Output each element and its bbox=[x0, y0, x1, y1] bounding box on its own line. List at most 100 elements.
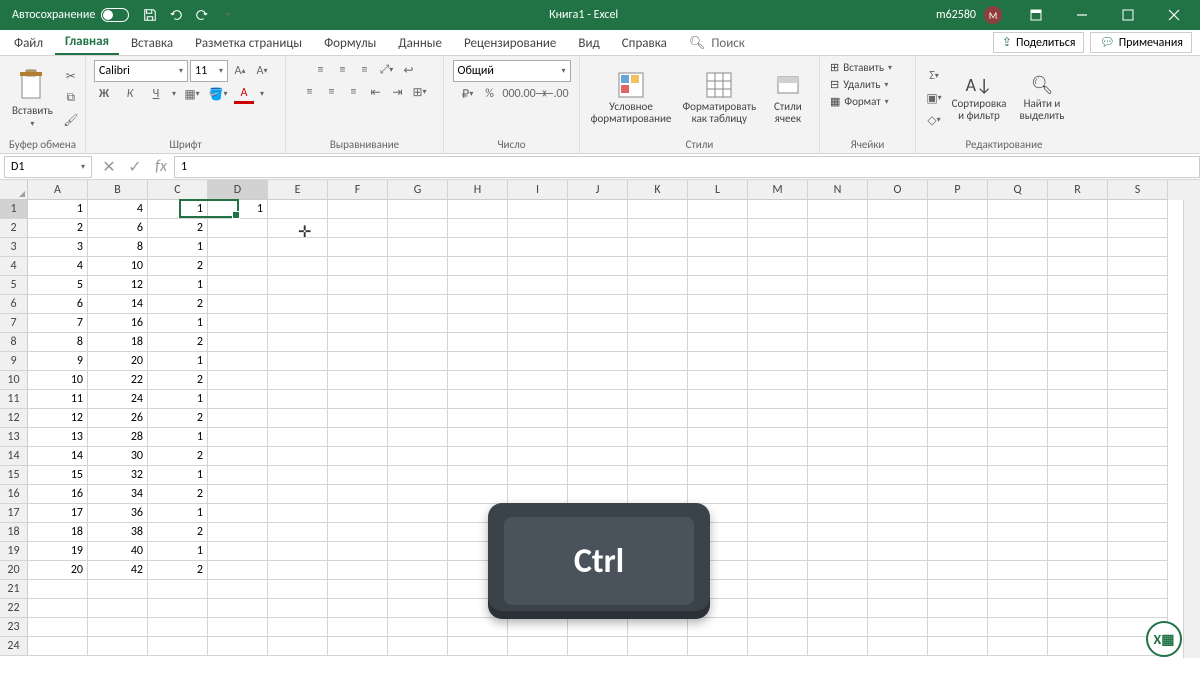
cell[interactable] bbox=[868, 390, 928, 409]
cell[interactable] bbox=[388, 200, 448, 219]
cell[interactable] bbox=[508, 352, 568, 371]
cell[interactable] bbox=[688, 295, 748, 314]
cell[interactable] bbox=[988, 371, 1048, 390]
cell[interactable] bbox=[88, 637, 148, 656]
cell[interactable]: 5 bbox=[28, 276, 88, 295]
cell[interactable] bbox=[508, 485, 568, 504]
cell[interactable] bbox=[268, 637, 328, 656]
row-header-19[interactable]: 19 bbox=[0, 542, 28, 561]
cell[interactable]: 1 bbox=[148, 276, 208, 295]
cell[interactable] bbox=[808, 371, 868, 390]
col-header-E[interactable]: E bbox=[268, 180, 328, 200]
cell[interactable] bbox=[988, 637, 1048, 656]
cell[interactable] bbox=[268, 561, 328, 580]
cell[interactable] bbox=[208, 618, 268, 637]
cell[interactable] bbox=[1048, 390, 1108, 409]
grow-font-button[interactable]: A▴ bbox=[230, 61, 250, 81]
cell[interactable] bbox=[1048, 618, 1108, 637]
row-header-5[interactable]: 5 bbox=[0, 276, 28, 295]
underline-button[interactable]: Ч bbox=[146, 84, 166, 104]
cell[interactable] bbox=[568, 295, 628, 314]
qat-customize[interactable]: ▾ bbox=[215, 2, 241, 28]
tab-help[interactable]: Справка bbox=[612, 32, 677, 55]
cell[interactable]: 2 bbox=[148, 257, 208, 276]
cell[interactable] bbox=[148, 599, 208, 618]
cell[interactable] bbox=[1108, 542, 1168, 561]
cell[interactable] bbox=[868, 200, 928, 219]
cell[interactable] bbox=[808, 390, 868, 409]
cell[interactable] bbox=[388, 352, 448, 371]
cell[interactable] bbox=[508, 618, 568, 637]
cell[interactable] bbox=[748, 295, 808, 314]
cell[interactable] bbox=[328, 466, 388, 485]
cell[interactable] bbox=[208, 561, 268, 580]
cell[interactable]: 2 bbox=[148, 561, 208, 580]
col-header-K[interactable]: K bbox=[628, 180, 688, 200]
cell[interactable] bbox=[988, 295, 1048, 314]
indent-dec[interactable]: ⇤ bbox=[366, 82, 386, 102]
cell[interactable] bbox=[568, 333, 628, 352]
cell[interactable] bbox=[508, 295, 568, 314]
cell[interactable] bbox=[1048, 523, 1108, 542]
cell[interactable] bbox=[688, 447, 748, 466]
cell[interactable] bbox=[448, 390, 508, 409]
cell[interactable] bbox=[328, 599, 388, 618]
search-box[interactable]: 🔍︎Поиск bbox=[679, 32, 755, 55]
cell[interactable] bbox=[508, 371, 568, 390]
fill-color-button[interactable]: 🪣▾ bbox=[208, 84, 228, 104]
cell[interactable] bbox=[568, 371, 628, 390]
col-header-N[interactable]: N bbox=[808, 180, 868, 200]
cell[interactable] bbox=[388, 523, 448, 542]
cell[interactable] bbox=[388, 390, 448, 409]
cell[interactable] bbox=[928, 390, 988, 409]
row-header-22[interactable]: 22 bbox=[0, 599, 28, 618]
percent-button[interactable]: % bbox=[480, 84, 500, 104]
cell[interactable] bbox=[748, 580, 808, 599]
cell[interactable] bbox=[268, 447, 328, 466]
cell[interactable]: 1 bbox=[148, 428, 208, 447]
cell[interactable]: 2 bbox=[148, 371, 208, 390]
cell[interactable] bbox=[808, 466, 868, 485]
cell[interactable] bbox=[508, 200, 568, 219]
row-header-16[interactable]: 16 bbox=[0, 485, 28, 504]
close-button[interactable] bbox=[1152, 0, 1196, 30]
cell[interactable]: 1 bbox=[148, 314, 208, 333]
cell[interactable]: 1 bbox=[148, 466, 208, 485]
cell[interactable] bbox=[688, 276, 748, 295]
cell[interactable] bbox=[328, 371, 388, 390]
col-header-Q[interactable]: Q bbox=[988, 180, 1048, 200]
cell[interactable] bbox=[808, 523, 868, 542]
cell[interactable] bbox=[328, 200, 388, 219]
cut-button[interactable]: ✂ bbox=[61, 66, 81, 86]
cell[interactable] bbox=[748, 599, 808, 618]
cell-styles[interactable]: Стили ячеек bbox=[765, 69, 811, 127]
cell[interactable]: 2 bbox=[148, 295, 208, 314]
excel-fab-icon[interactable]: X▦ bbox=[1146, 621, 1182, 657]
cell[interactable]: 1 bbox=[148, 504, 208, 523]
cell[interactable] bbox=[388, 409, 448, 428]
cell[interactable] bbox=[688, 409, 748, 428]
fx-button[interactable]: fx bbox=[148, 156, 174, 178]
cell[interactable]: 2 bbox=[148, 523, 208, 542]
cell[interactable] bbox=[808, 447, 868, 466]
cell[interactable] bbox=[1108, 295, 1168, 314]
cell[interactable] bbox=[568, 238, 628, 257]
cell[interactable] bbox=[868, 485, 928, 504]
row-header-3[interactable]: 3 bbox=[0, 238, 28, 257]
align-bottom[interactable]: ≡ bbox=[355, 60, 375, 80]
dec-decimal[interactable]: ←.00 bbox=[546, 84, 566, 104]
cell[interactable]: 32 bbox=[88, 466, 148, 485]
cell[interactable] bbox=[268, 333, 328, 352]
col-header-F[interactable]: F bbox=[328, 180, 388, 200]
align-center[interactable]: ≡ bbox=[322, 82, 342, 102]
select-all-corner[interactable] bbox=[0, 180, 28, 200]
cell[interactable]: 1 bbox=[148, 200, 208, 219]
cell[interactable] bbox=[208, 523, 268, 542]
cell[interactable] bbox=[1108, 314, 1168, 333]
cell[interactable] bbox=[988, 276, 1048, 295]
row-header-20[interactable]: 20 bbox=[0, 561, 28, 580]
cell[interactable] bbox=[748, 276, 808, 295]
cell[interactable]: 40 bbox=[88, 542, 148, 561]
cell[interactable] bbox=[208, 409, 268, 428]
cell[interactable] bbox=[928, 504, 988, 523]
